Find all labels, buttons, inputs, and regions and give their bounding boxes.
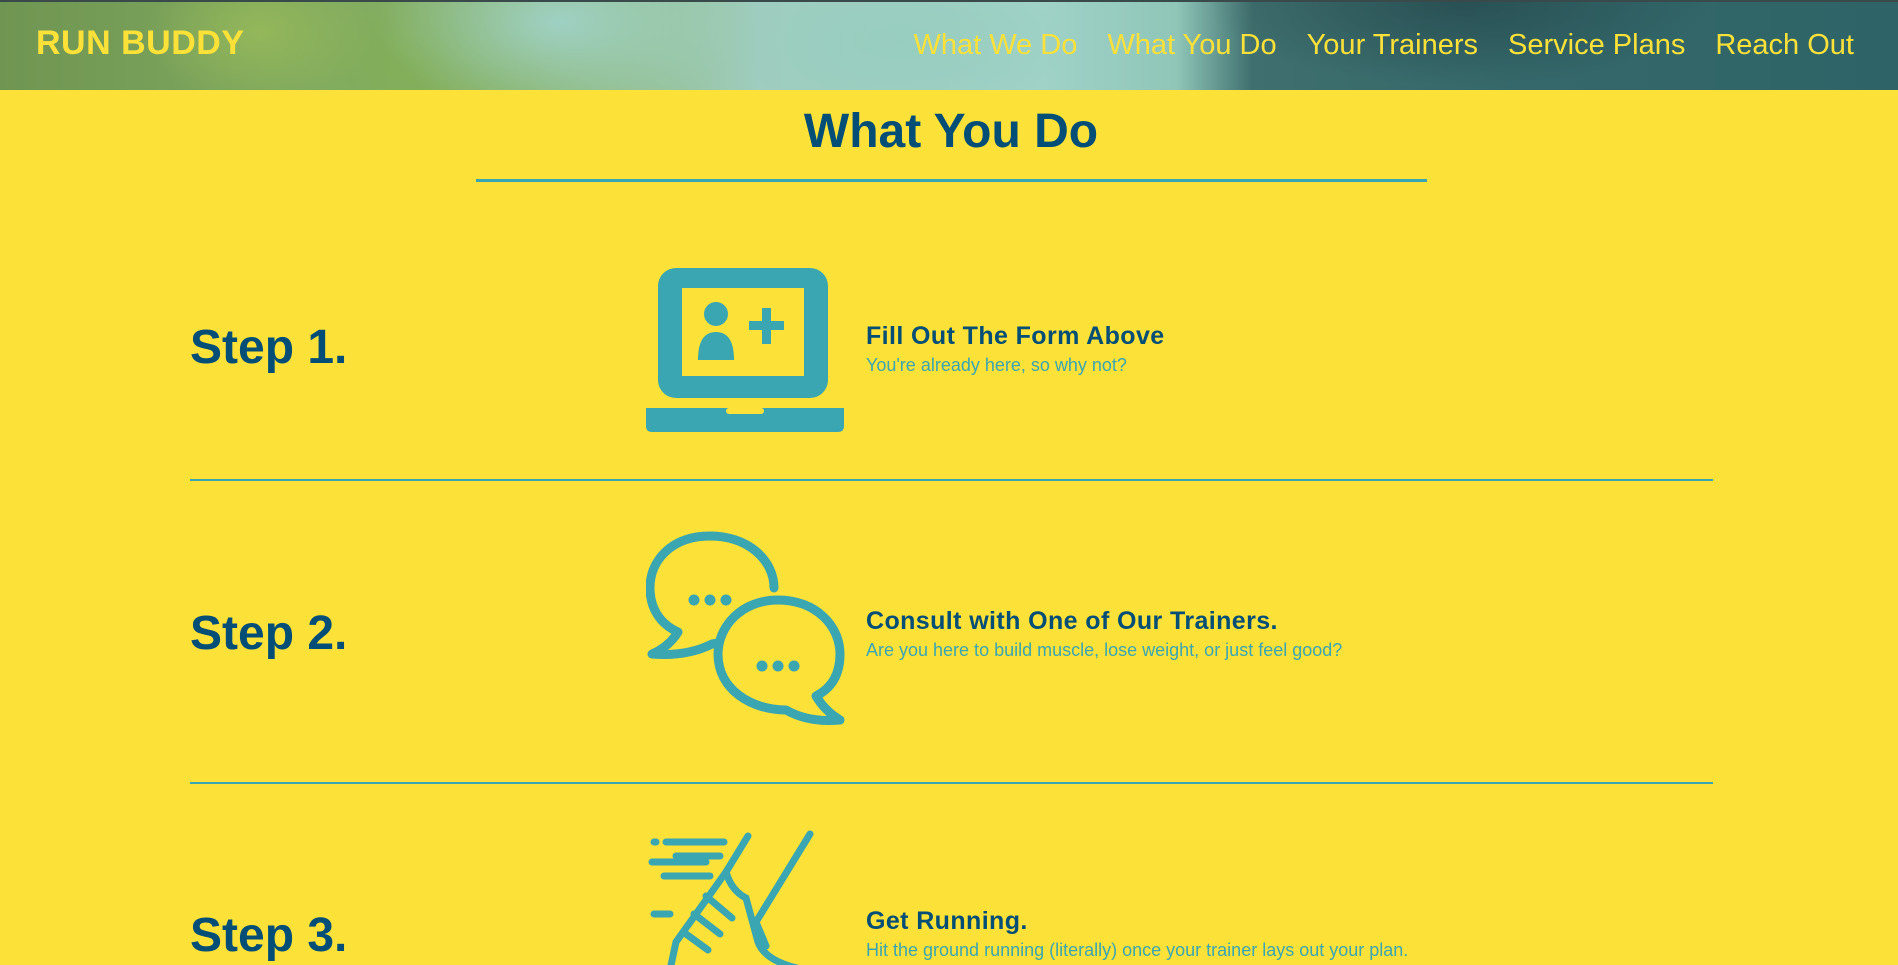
step-description: Are you here to build muscle, lose weigh… [866,640,1343,660]
nav-link-your-trainers[interactable]: Your Trainers [1307,29,1478,62]
step-divider [190,479,1713,481]
running-shoe-icon [648,830,814,965]
step-divider [190,782,1713,784]
main-nav: What We Do What You Do Your Trainers Ser… [913,29,1854,62]
title-divider [476,179,1427,182]
step-1: Step 1. Fill Out The Form Above You're a… [190,258,1713,458]
section-title: What You Do [803,105,1099,158]
step-description: Hit the ground running (literally) once … [866,940,1409,960]
nav-link-reach-out[interactable]: Reach Out [1715,29,1854,62]
site-header: RUN BUDDY What We Do What You Do Your Tr… [0,0,1898,90]
nav-link-what-you-do[interactable]: What You Do [1107,29,1276,62]
step-3: Step 3. Get Running. Hit the ground runn… [190,830,1713,965]
step-heading: Get Running. [866,907,1028,935]
step-number: Step 3. [190,909,348,962]
step-number: Step 1. [190,321,348,374]
site-logo[interactable]: RUN BUDDY [36,24,245,63]
step-text: Fill Out The Form Above You're already h… [866,322,1165,376]
nav-link-service-plans[interactable]: Service Plans [1508,29,1685,62]
step-2: Step 2. Consult with One of Our Trainers… [190,530,1713,730]
step-heading: Consult with One of Our Trainers. [866,607,1278,635]
chat-bubbles-icon [646,531,845,725]
step-number: Step 2. [190,607,348,660]
step-text: Get Running. Hit the ground running (lit… [866,907,1408,961]
nav-link-what-we-do[interactable]: What We Do [913,29,1077,62]
step-text: Consult with One of Our Trainers. Are yo… [866,607,1342,661]
step-description: You're already here, so why not? [866,355,1127,375]
laptop-add-user-icon [646,268,844,432]
step-heading: Fill Out The Form Above [866,322,1165,350]
